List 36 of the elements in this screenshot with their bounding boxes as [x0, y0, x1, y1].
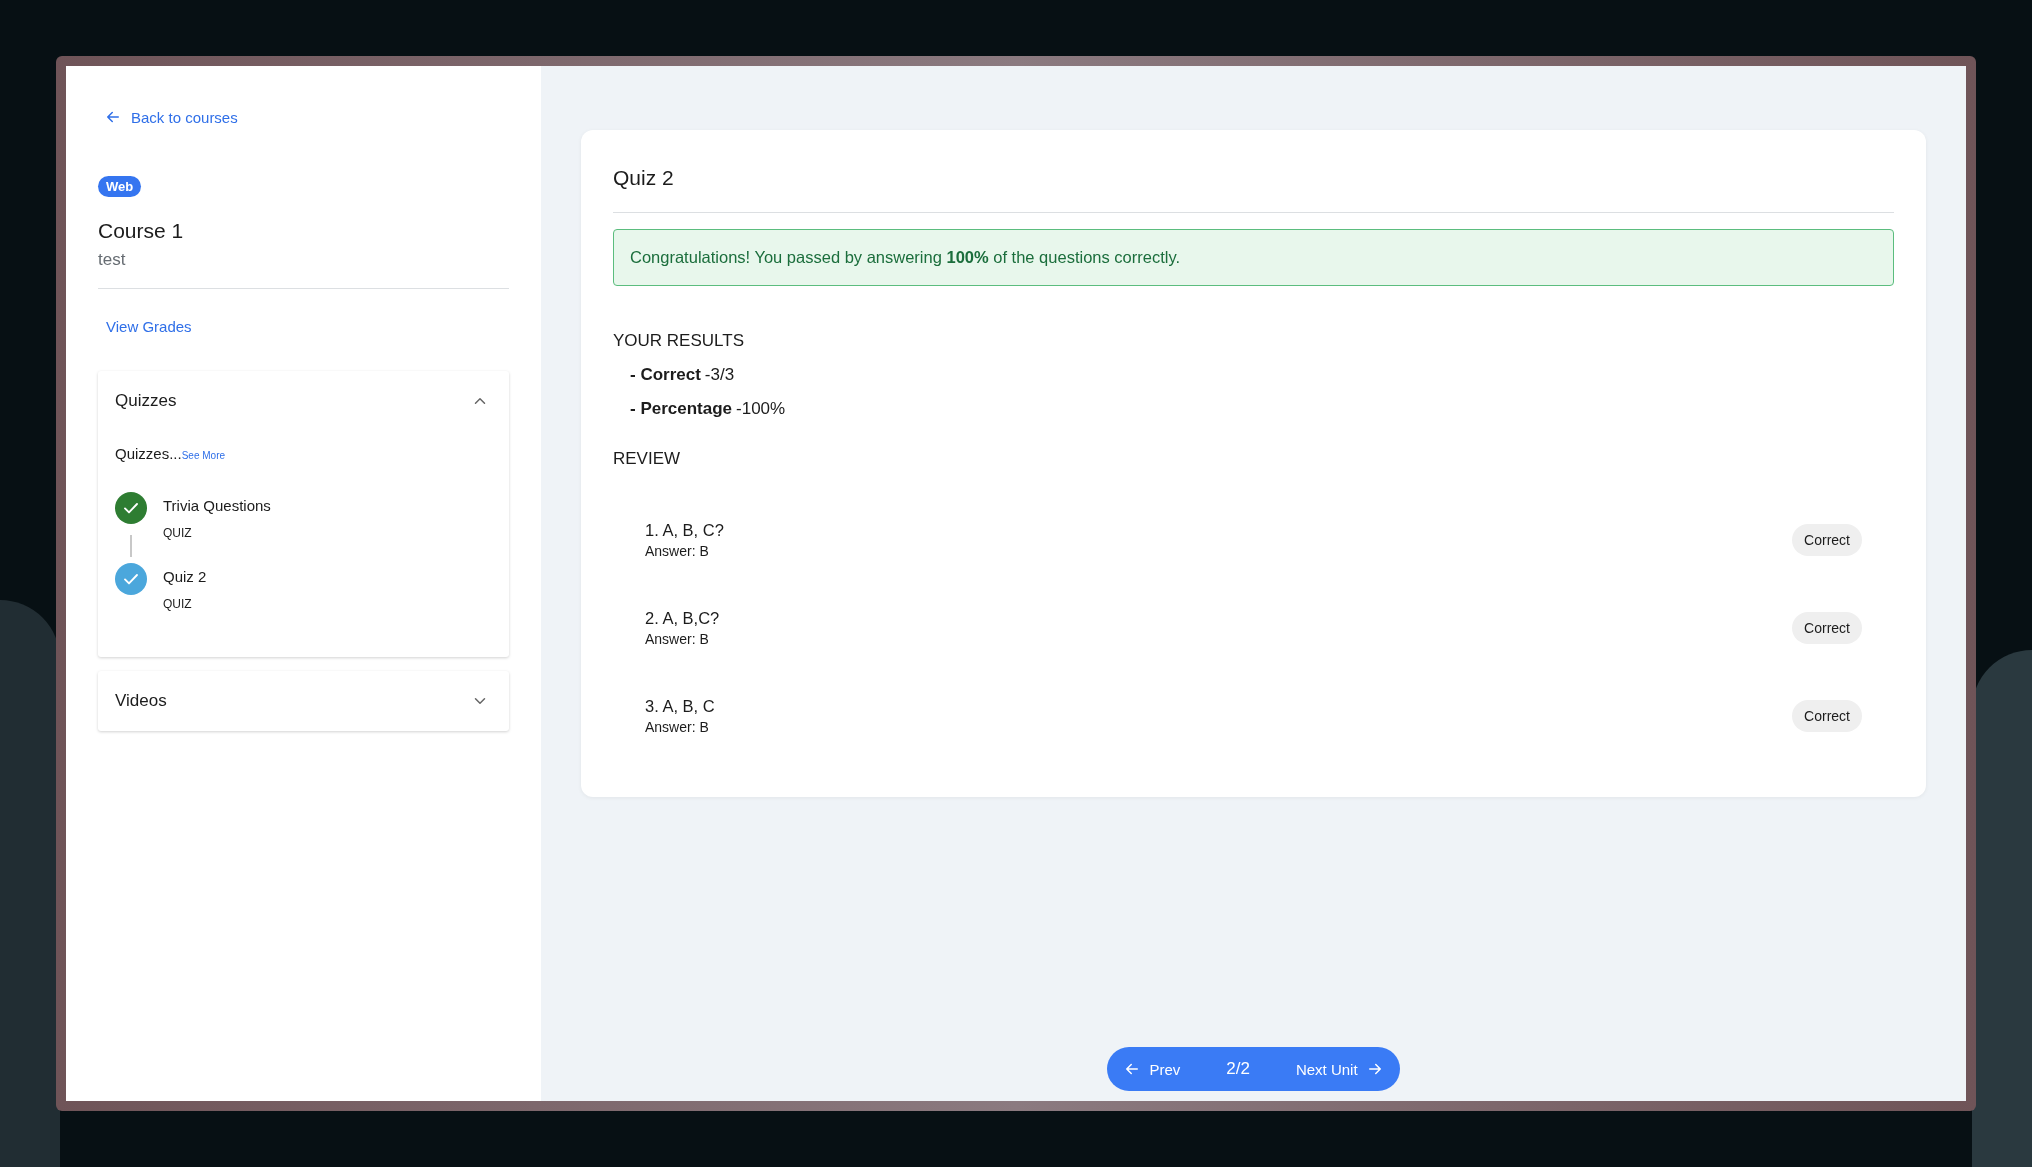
next-unit-button[interactable]: Next Unit: [1289, 1047, 1390, 1091]
accordion-title[interactable]: Videos: [115, 691, 167, 711]
step-title: Quiz 2: [163, 568, 207, 585]
quiz-title: Quiz 2: [613, 166, 675, 190]
result-chip: Correct: [1792, 612, 1862, 644]
course-subtitle: test: [98, 250, 126, 270]
question-text: 3. A, B, C: [645, 697, 715, 716]
answer-text: Answer: B: [645, 543, 710, 559]
quiz-step[interactable]: Quiz 2 QUIZ: [115, 563, 492, 611]
section-description: Quizzes...See More: [115, 445, 227, 462]
answer-text: Answer: B: [645, 631, 710, 647]
accordion-title[interactable]: Quizzes: [115, 391, 177, 411]
answer-text: Answer: B: [645, 719, 710, 735]
page-position: 2/2: [1225, 1059, 1251, 1079]
result-chip: Correct: [1792, 524, 1862, 556]
prev-button[interactable]: Prev: [1117, 1047, 1187, 1091]
result-chip: Correct: [1792, 700, 1862, 732]
review-heading: REVIEW: [613, 449, 682, 469]
course-title: Course 1: [98, 219, 184, 243]
result-value: -3/3: [704, 365, 735, 385]
result-value: -100%: [736, 399, 786, 419]
result-label: - Percentage: [630, 399, 733, 419]
success-alert: Congratulations! You passed by answering 100% of the questions correctly.: [613, 229, 1894, 286]
results-heading: YOUR RESULTS: [613, 331, 745, 351]
view-grades-link[interactable]: View Grades: [106, 318, 192, 335]
question-text: 1. A, B, C?: [645, 521, 724, 540]
back-link[interactable]: Back to courses: [104, 108, 238, 126]
step-type: QUIZ: [163, 597, 193, 611]
category-tag: Web: [98, 176, 142, 197]
quiz-step[interactable]: Trivia Questions QUIZ: [115, 492, 492, 540]
connector-line: [130, 535, 132, 557]
see-more-link[interactable]: See More: [181, 450, 226, 461]
question-text: 2. A, B,C?: [645, 609, 720, 628]
step-type: QUIZ: [163, 526, 193, 540]
step-title: Trivia Questions: [163, 497, 271, 514]
result-label: - Correct: [630, 365, 701, 385]
